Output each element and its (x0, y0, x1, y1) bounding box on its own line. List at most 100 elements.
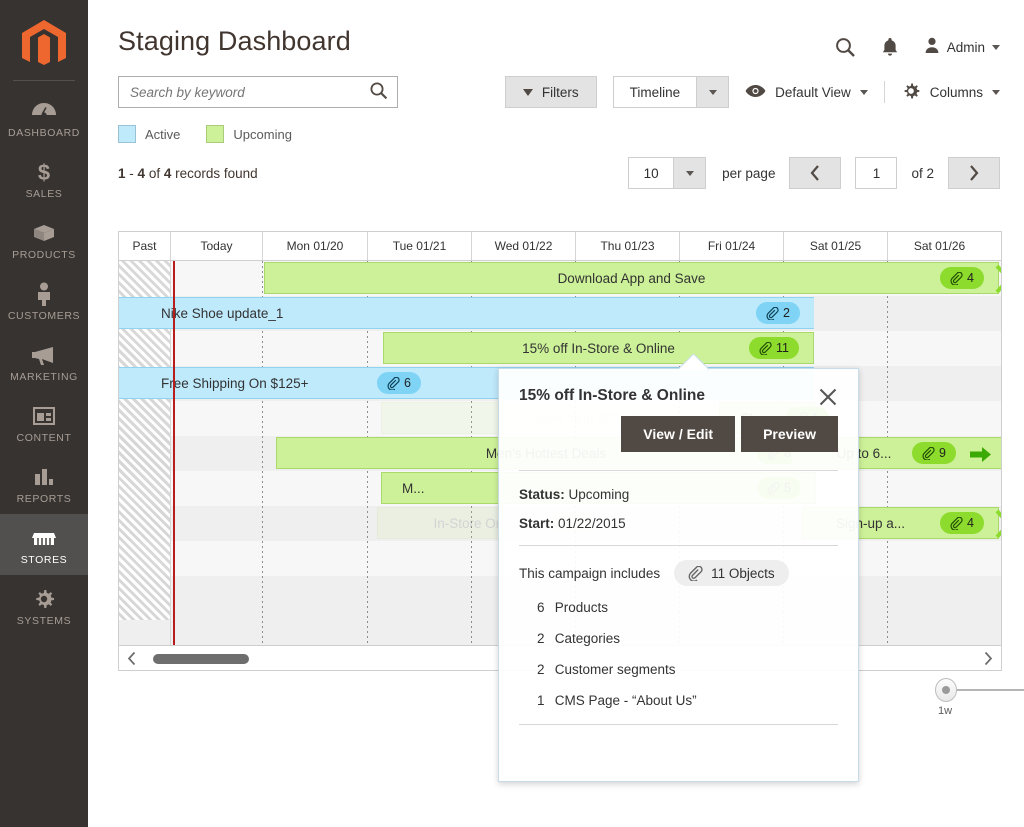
gantt-bar[interactable]: Download App and Save 4 (264, 262, 999, 294)
sidebar-item-dashboard[interactable]: DASHBOARD (0, 87, 88, 148)
search-box[interactable] (118, 76, 398, 108)
gear-icon (901, 81, 921, 104)
account-menu[interactable]: Admin (924, 37, 1000, 57)
layout-icon (2, 403, 86, 429)
campaign-includes-row: This campaign includes 11 Objects (499, 546, 858, 586)
zoom-min-label: 1w (938, 705, 953, 717)
current-page-input[interactable]: 1 (855, 157, 898, 189)
sidebar-item-stores[interactable]: STORES (0, 514, 88, 575)
search-icon[interactable] (369, 81, 388, 103)
view-edit-button[interactable]: View / Edit (621, 416, 736, 452)
objects-count-pill[interactable]: 11 Objects (674, 560, 789, 586)
popup-header: 15% off In-Store & Online (499, 369, 858, 407)
of-word: of (911, 165, 923, 181)
gantt-bar-selected[interactable]: 15% off In-Store & Online 11 (383, 332, 814, 364)
timeline-column-day: Thu 01/23 (576, 232, 680, 260)
next-page-button[interactable] (948, 157, 1000, 189)
today-marker-line (173, 261, 175, 645)
gantt-bar-objects-pill[interactable]: 4 (940, 267, 984, 289)
sidebar-item-sales[interactable]: $ SALES (0, 148, 88, 209)
item-label: Products (554, 600, 609, 615)
columns-dropdown[interactable]: Columns (901, 81, 1000, 104)
status-row: Status: Upcoming (519, 487, 838, 502)
timeline-column-day: Tue 01/21 (368, 232, 472, 260)
main-content: Staging Dashboard Admin Search by keywor… (88, 0, 1024, 827)
box-icon (2, 220, 86, 246)
search-input[interactable] (130, 84, 369, 100)
sidebar-item-customers[interactable]: CUSTOMERS (0, 270, 88, 331)
start-value: 01/22/2015 (558, 516, 626, 531)
records-dash: - (129, 165, 134, 181)
gantt-bar-continues-arrow-icon (970, 446, 992, 466)
timeline-header: Past Today Mon 01/20 Tue 01/21 Wed 01/22… (119, 232, 1001, 261)
gear-icon (2, 586, 86, 612)
gantt-bar[interactable]: Nike Shoe update_1 2 (119, 297, 814, 329)
zoom-slider-handle[interactable] (935, 678, 957, 702)
view-mode-label[interactable]: Timeline (612, 76, 697, 108)
gantt-bar-objects-count: 6 (404, 376, 411, 390)
paperclip-icon (950, 271, 963, 285)
scroll-left-button[interactable] (127, 651, 137, 666)
columns-label: Columns (929, 84, 983, 100)
item-count: 2 (537, 662, 545, 677)
sidebar-item-systems[interactable]: SYSTEMS (0, 575, 88, 636)
records-suffix: records found (175, 165, 258, 181)
start-date-row: Start: 01/22/2015 (519, 516, 838, 531)
gantt-bar-objects-count: 9 (939, 446, 946, 460)
timeline-zoom-slider[interactable]: 1w 4w (933, 678, 1024, 723)
per-page-value[interactable]: 10 (628, 157, 674, 189)
legend-label: Active (145, 126, 181, 142)
gantt-bar-objects-pill[interactable]: 2 (756, 302, 800, 324)
person-icon (2, 281, 86, 307)
gantt-bar-continues-icon (995, 508, 1001, 540)
gantt-bar-objects-pill[interactable]: 6 (377, 372, 421, 394)
legend-item-upcoming: Upcoming (206, 125, 292, 143)
scrollbar-thumb[interactable] (153, 654, 249, 664)
item-count: 1 (537, 693, 545, 708)
sidebar-item-products[interactable]: PRODUCTS (0, 209, 88, 270)
per-page-select[interactable]: 10 (628, 157, 707, 189)
campaign-includes-label: This campaign includes (519, 565, 661, 581)
status-label: Status: (519, 487, 565, 502)
item-label: Categories (554, 631, 621, 646)
sidebar-item-content[interactable]: CONTENT (0, 392, 88, 453)
campaign-detail-popup[interactable]: 15% off In-Store & Online View / Edit Pr… (498, 368, 859, 782)
filter-funnel-icon (522, 88, 533, 96)
gantt-bar-objects-pill[interactable]: 4 (940, 512, 984, 534)
view-mode-switcher[interactable]: Timeline (612, 76, 730, 108)
page-title: Staging Dashboard (118, 26, 351, 56)
dollar-icon: $ (2, 159, 86, 185)
default-view-dropdown[interactable]: Default View (745, 84, 868, 101)
gantt-bar-objects-pill[interactable]: 9 (912, 442, 956, 464)
filters-button[interactable]: Filters (504, 76, 597, 108)
search-icon[interactable] (834, 36, 856, 58)
previous-page-button[interactable] (789, 157, 842, 189)
scroll-right-button[interactable] (983, 651, 993, 666)
records-found-text: 1 - 4 of 4 records found (118, 166, 258, 181)
list-item: 1 CMS Page - “About Us” (537, 693, 838, 708)
per-page-dropdown-arrow[interactable] (673, 157, 707, 189)
popup-divider (519, 724, 838, 725)
close-icon[interactable] (818, 387, 838, 407)
popup-metadata: Status: Upcoming Start: 01/22/2015 (499, 471, 858, 531)
magento-logo-icon[interactable] (18, 18, 70, 70)
gantt-bar-objects-pill[interactable]: 11 (749, 337, 799, 359)
timeline-column-day: Sat 01/25 (784, 232, 888, 260)
paperclip-icon (922, 446, 935, 460)
paperclip-icon (759, 341, 772, 355)
bar-chart-icon (2, 464, 86, 490)
sidebar-item-reports[interactable]: REPORTS (0, 453, 88, 514)
preview-button[interactable]: Preview (741, 416, 838, 452)
legend-label: Upcoming (233, 126, 292, 142)
bell-icon[interactable] (880, 36, 900, 58)
sidebar-item-label: STORES (20, 554, 68, 566)
list-item: 2 Categories (537, 631, 838, 646)
chevron-down-icon (859, 89, 868, 95)
gantt-bar-objects-count: 11 (776, 341, 789, 355)
svg-text:$: $ (38, 160, 50, 184)
toolbar-right-controls: Filters Timeline Default View Columns (504, 76, 1000, 108)
view-mode-dropdown-arrow[interactable] (696, 76, 730, 108)
sidebar-item-label: CUSTOMERS (7, 310, 81, 322)
staging-dashboard-app: DASHBOARD $ SALES PRODUCTS CUSTOMERS MAR… (0, 0, 1024, 827)
sidebar-item-marketing[interactable]: MARKETING (0, 331, 88, 392)
